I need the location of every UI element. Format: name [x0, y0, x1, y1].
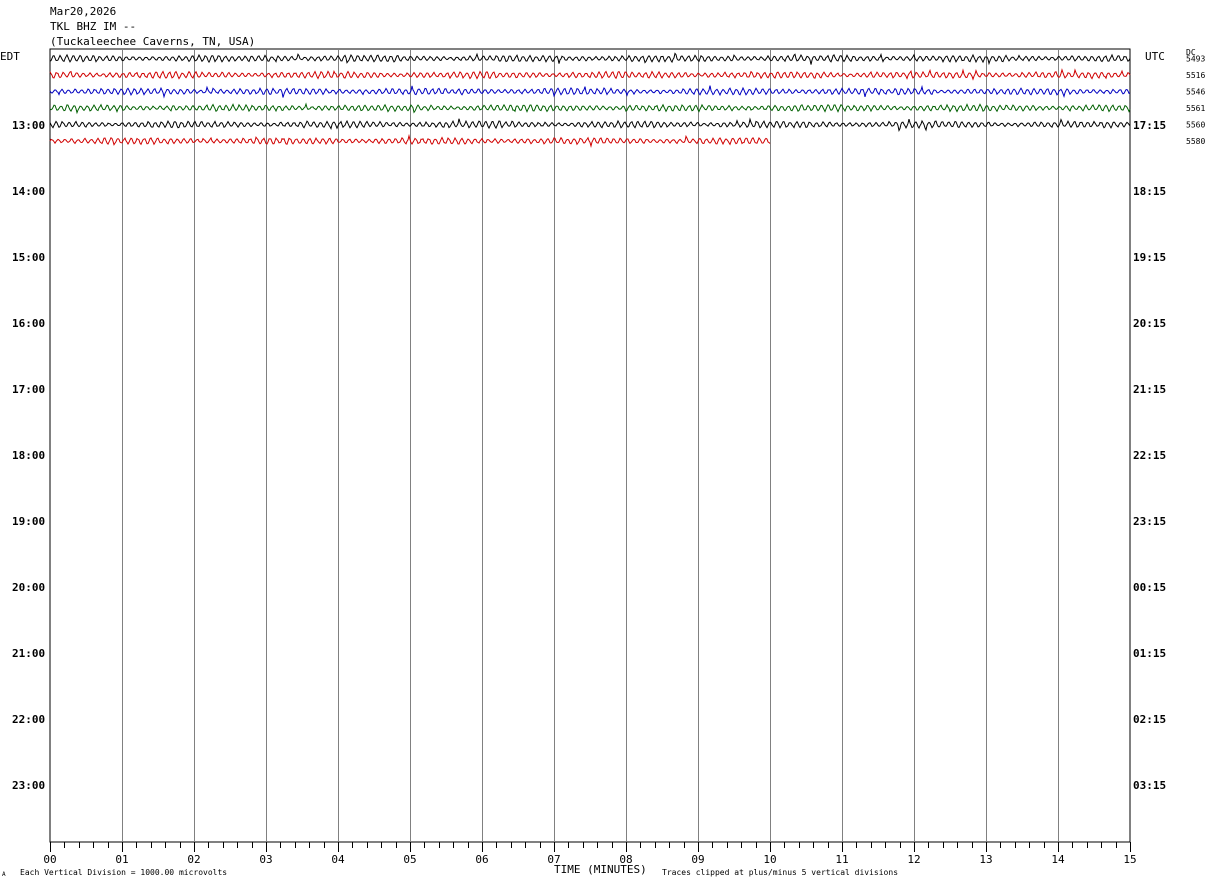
- right-hour-label: 01:15: [1133, 647, 1166, 660]
- left-hour-label: 14:00: [12, 185, 45, 198]
- right-hour-label: 22:15: [1133, 449, 1166, 462]
- right-hour-label: 00:15: [1133, 581, 1166, 594]
- x-tick-label: 01: [115, 853, 128, 866]
- x-tick-label: 09: [691, 853, 704, 866]
- dc-offset-label: 5561: [1186, 104, 1205, 113]
- left-hour-label: 22:00: [12, 713, 45, 726]
- trace-row-3: [49, 102, 1131, 115]
- x-tick-label: 00: [43, 853, 56, 866]
- right-hour-label: 20:15: [1133, 317, 1166, 330]
- trace-row-2: [49, 84, 1131, 99]
- right-hour-label: 02:15: [1133, 713, 1166, 726]
- right-hour-label: 17:15: [1133, 119, 1166, 132]
- x-tick-label: 14: [1051, 853, 1065, 866]
- left-hour-label: 16:00: [12, 317, 45, 330]
- right-hour-label: 23:15: [1133, 515, 1166, 528]
- left-hour-label: 23:00: [12, 779, 45, 792]
- left-hour-label: 15:00: [12, 251, 45, 264]
- x-tick-label: 03: [259, 853, 272, 866]
- right-hour-label: 19:15: [1133, 251, 1166, 264]
- x-tick-label: 05: [403, 853, 416, 866]
- minute-gridlines: [49, 48, 1131, 843]
- left-hour-label: 18:00: [12, 449, 45, 462]
- right-hour-label: 21:15: [1133, 383, 1166, 396]
- left-hour-label: 13:00: [12, 119, 45, 132]
- x-tick-label: 02: [187, 853, 200, 866]
- trace-row-4: [49, 117, 1131, 133]
- right-hour-label: 18:15: [1133, 185, 1166, 198]
- dc-offset-label: 5546: [1186, 88, 1205, 97]
- x-tick-label: 11: [835, 853, 848, 866]
- x-tick-label: 13: [979, 853, 992, 866]
- dc-offset-label: 5580: [1186, 137, 1205, 146]
- trace-row-1: [49, 68, 1131, 81]
- trace-row-0: [49, 52, 1131, 66]
- x-axis-title: TIME (MINUTES): [554, 863, 647, 876]
- corner-mark: A: [2, 871, 6, 878]
- left-hour-label: 21:00: [12, 647, 45, 660]
- seismic-traces: 5493 5516 5546 5561 5560 5580: [49, 52, 1205, 149]
- x-tick-label: 04: [331, 853, 345, 866]
- clip-note: Traces clipped at plus/minus 5 vertical …: [662, 868, 899, 877]
- left-hour-label: 17:00: [12, 383, 45, 396]
- x-tick-label: 15: [1123, 853, 1136, 866]
- right-hour-label: 03:15: [1133, 779, 1166, 792]
- x-tick-label: 06: [475, 853, 488, 866]
- scale-note: Each Vertical Division = 1000.00 microvo…: [20, 868, 228, 877]
- dc-offset-label: 5560: [1186, 121, 1205, 130]
- plot-frame: [49, 48, 1131, 843]
- helicorder-chart: 5493 5516 5546 5561 5560 5580 00 01 02 03 04 05 06 0…: [12, 48, 1205, 866]
- dc-offset-label: 5516: [1186, 71, 1205, 80]
- left-hour-label: 20:00: [12, 581, 45, 594]
- time-axis: 00 01 02 03 04 05 06 07 08 09 10 11 12 13 14 1513:0014:…: [12, 119, 1166, 866]
- dc-offset-label: 5493: [1186, 55, 1205, 64]
- x-tick-label: 10: [763, 853, 776, 866]
- left-hour-label: 19:00: [12, 515, 45, 528]
- x-tick-label: 12: [907, 853, 920, 866]
